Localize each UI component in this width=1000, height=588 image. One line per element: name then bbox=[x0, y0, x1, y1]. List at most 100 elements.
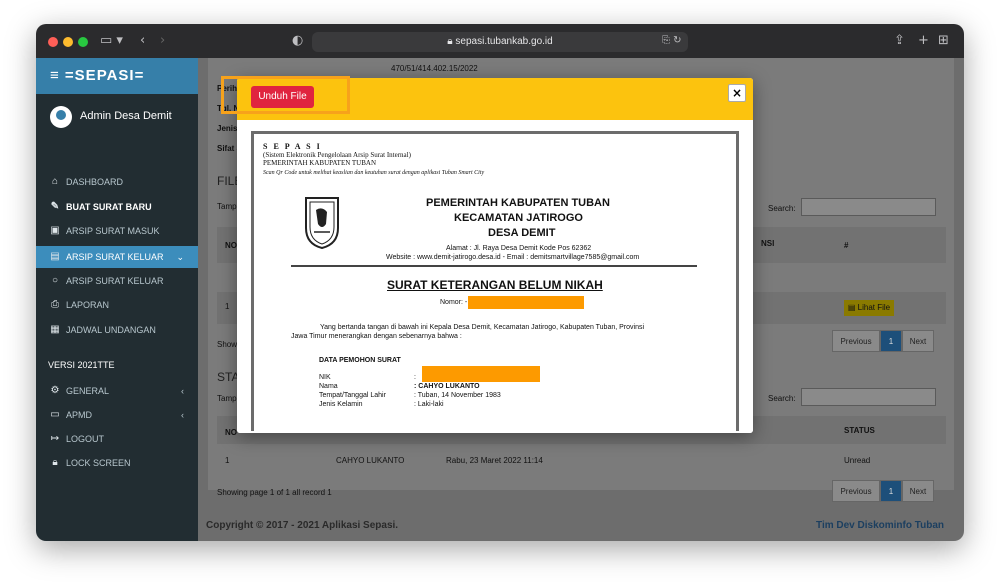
doc-gov: PEMERINTAH KABUPATEN TUBAN bbox=[263, 159, 377, 167]
sidebar-item-arsip-masuk[interactable]: ▣ ARSIP SURAT MASUK bbox=[36, 220, 198, 242]
kop-alamat: Alamat : Jl. Raya Desa Demit Kode Pos 62… bbox=[446, 245, 592, 252]
id-card-icon: ▭ bbox=[50, 409, 60, 420]
col-hash: # bbox=[844, 241, 849, 250]
field-jk-label: Jenis Kelamin bbox=[319, 401, 363, 408]
user-name: Admin Desa Demit bbox=[80, 110, 172, 122]
previous-button[interactable]: Previous bbox=[832, 330, 880, 352]
letter-body-2: Jawa Timur menerangkan dengan sebenarnya… bbox=[291, 333, 462, 340]
field-nik-label: NIK bbox=[319, 374, 331, 381]
tampil-label-2: Tampi bbox=[217, 394, 239, 403]
previous-button-2[interactable]: Previous bbox=[832, 480, 880, 502]
letter-body-1: Yang bertanda tangan di bawah ini Kepala… bbox=[320, 324, 645, 331]
sidebar-item-dashboard[interactable]: ⌂ DASHBOARD bbox=[36, 171, 198, 193]
window-maximize-button[interactable] bbox=[78, 37, 88, 47]
pen-icon: ✎ bbox=[50, 201, 60, 212]
col-no-2: NO bbox=[225, 428, 237, 437]
search-label-2: Search: bbox=[768, 394, 796, 403]
brand-logo[interactable]: ≡ =SEPASI= bbox=[36, 58, 198, 94]
field-nik-value: : bbox=[414, 374, 416, 381]
kop-website: Website : www.demit-jatirogo.desa.id - E… bbox=[386, 254, 640, 261]
modal-close-button[interactable]: × bbox=[728, 84, 746, 102]
lock-icon: 🔒︎ bbox=[52, 457, 58, 468]
sidebar-subitem-arsip-keluar[interactable]: ○ ARSIP SURAT KELUAR bbox=[36, 270, 198, 292]
sidebar-item-arsip-keluar[interactable]: ▤ ARSIP SURAT KELUAR ⌄ bbox=[36, 246, 198, 268]
back-icon[interactable]: ‹ bbox=[140, 33, 145, 49]
kop-line-3: DESA DEMIT bbox=[488, 227, 556, 239]
url-text: sepasi.tubankab.go.id bbox=[455, 36, 553, 47]
chevron-left-icon: ‹ bbox=[181, 410, 184, 420]
show-label: Showi bbox=[217, 340, 239, 349]
document-viewer[interactable]: S E P A S I (Sistem Elektronik Pengelola… bbox=[237, 120, 753, 433]
share-icon[interactable]: ⇪ bbox=[894, 33, 905, 49]
window-minimize-button[interactable] bbox=[63, 37, 73, 47]
outbox-icon: ▤ bbox=[50, 251, 60, 262]
user-panel: Admin Desa Demit bbox=[36, 94, 198, 144]
redaction-nomor bbox=[468, 296, 584, 309]
new-tab-icon[interactable]: + bbox=[918, 33, 929, 49]
chevron-down-icon: ⌄ bbox=[176, 252, 184, 262]
print-icon: ⎙ bbox=[51, 299, 59, 310]
sidebar-item-lock-screen[interactable]: 🔒︎ LOCK SCREEN bbox=[36, 452, 198, 474]
row-no: 1 bbox=[225, 302, 230, 311]
col-no: NO bbox=[225, 241, 237, 250]
doc-system: (Sistem Elektronik Pengelolaan Arsip Sur… bbox=[263, 151, 411, 159]
showing-text: Showing page 1 of 1 all record 1 bbox=[217, 488, 332, 497]
kop-line-2: KECAMATAN JATIROGO bbox=[454, 212, 583, 224]
gear-icon: ⚙ bbox=[50, 385, 60, 396]
page-footer: Copyright © 2017 - 2021 Aplikasi Sepasi.… bbox=[198, 510, 964, 541]
menu-icon: ≡ bbox=[50, 67, 65, 84]
jenis-label: Jenis bbox=[217, 124, 238, 133]
logout-icon: ↦ bbox=[50, 433, 60, 444]
row2-date: Rabu, 23 Maret 2022 11:14 bbox=[446, 456, 543, 465]
tampil-label: Tampi bbox=[217, 202, 239, 211]
letter-title: SURAT KETERANGAN BELUM NIKAH bbox=[387, 278, 603, 292]
close-icon: × bbox=[731, 86, 743, 100]
letter-nomor: Nomor: - bbox=[440, 299, 468, 306]
row2-name: CAHYO LUKANTO bbox=[336, 456, 405, 465]
inbox-icon: ▣ bbox=[50, 225, 60, 236]
nomor-value: 470/51/414.402.15/2022 bbox=[391, 64, 478, 73]
sidebar-item-laporan[interactable]: ⎙ LAPORAN bbox=[36, 294, 198, 316]
status-search-input[interactable] bbox=[801, 388, 936, 406]
row2-status: Unread bbox=[844, 456, 871, 465]
file-search-input[interactable] bbox=[801, 198, 936, 216]
kop-line-1: PEMERINTAH KABUPATEN TUBAN bbox=[426, 197, 610, 209]
file-preview-modal: Unduh File × S E P A S I (Sistem Elektro… bbox=[237, 78, 753, 433]
sidebar-item-general[interactable]: ⚙ GENERAL ‹ bbox=[36, 380, 198, 402]
window-close-button[interactable] bbox=[48, 37, 58, 47]
address-bar[interactable]: 🔒︎ sepasi.tubankab.go.id bbox=[312, 32, 688, 52]
next-button[interactable]: Next bbox=[902, 330, 934, 352]
next-button-2[interactable]: Next bbox=[902, 480, 934, 502]
field-ttl-value: : Tuban, 14 November 1983 bbox=[414, 392, 501, 399]
team-link[interactable]: Tim Dev Diskominfo Tuban bbox=[816, 510, 944, 541]
col-nsi: NSI bbox=[761, 239, 775, 248]
browser-toolbar: ▭ ▾ ‹ › ◐ 🔒︎ sepasi.tubankab.go.id ⎘ ↻ ⇪… bbox=[36, 24, 964, 58]
page-1-button[interactable]: 1 bbox=[880, 330, 902, 352]
tab-overview-icon[interactable]: ⊞ bbox=[938, 33, 949, 49]
tuban-emblem-icon bbox=[305, 197, 339, 250]
chevron-left-icon: ‹ bbox=[181, 386, 184, 396]
kop-divider bbox=[291, 265, 697, 267]
avatar bbox=[50, 106, 72, 128]
search-label: Search: bbox=[768, 204, 796, 213]
translate-icon[interactable]: ⎘ ↻ bbox=[662, 33, 682, 49]
redaction-nik bbox=[422, 366, 540, 382]
sidebar-toggle-icon[interactable]: ▭ ▾ bbox=[100, 33, 123, 49]
lihat-file-button[interactable]: ▤ Lihat File bbox=[844, 300, 894, 316]
document-page: S E P A S I (Sistem Elektronik Pengelola… bbox=[251, 131, 739, 431]
sidebar-item-buat-surat[interactable]: ✎ BUAT SURAT BARU bbox=[36, 196, 198, 218]
sidebar-item-logout[interactable]: ↦ LOGOUT bbox=[36, 428, 198, 450]
dashboard-icon: ⌂ bbox=[51, 176, 59, 187]
sidebar: ≡ =SEPASI= Admin Desa Demit ⌂ DASHBOARD ✎… bbox=[36, 58, 198, 541]
shield-icon[interactable]: ◐ bbox=[292, 33, 303, 49]
field-nama-label: Nama bbox=[319, 383, 338, 390]
page-1-button-2[interactable]: 1 bbox=[880, 480, 902, 502]
field-nama-value: : CAHYO LUKANTO bbox=[414, 383, 480, 390]
field-ttl-label: Tempat/Tanggal Lahir bbox=[319, 392, 386, 399]
sidebar-item-apmd[interactable]: ▭ APMD ‹ bbox=[36, 404, 198, 426]
doc-scan-note: Scan Qr Code untuk melihat keaslian dan … bbox=[263, 170, 485, 176]
version-label: VERSI 2021TTE bbox=[48, 360, 115, 370]
circle-icon: ○ bbox=[51, 275, 59, 286]
sidebar-item-jadwal[interactable]: ▦ JADWAL UNDANGAN bbox=[36, 319, 198, 341]
forward-icon[interactable]: › bbox=[160, 33, 165, 49]
